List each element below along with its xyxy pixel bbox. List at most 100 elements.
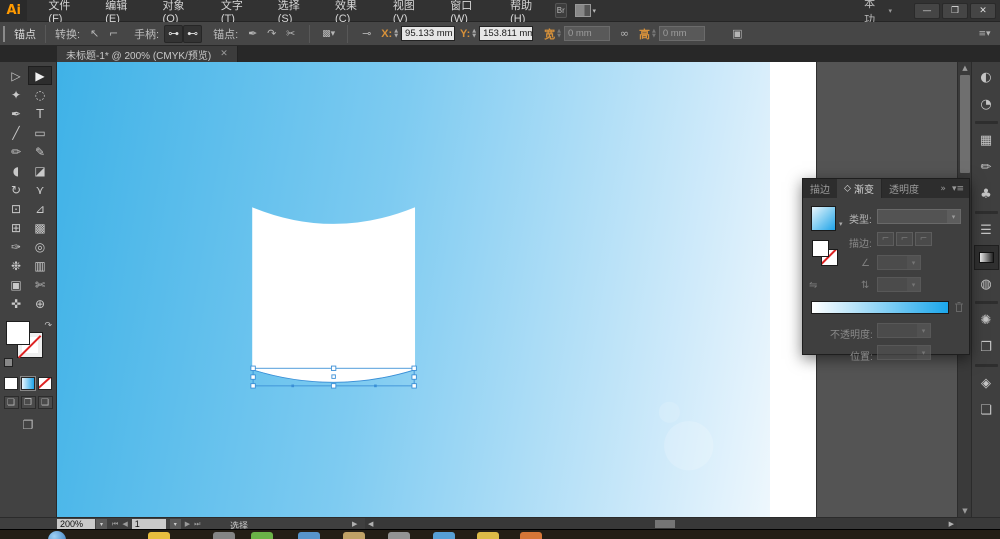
color-guide-panel-icon[interactable]: ◔ — [974, 92, 999, 117]
selection-handle[interactable] — [412, 366, 416, 370]
white-flag-shape[interactable] — [252, 207, 415, 382]
taskbar-app-2[interactable] — [213, 532, 235, 539]
rectangle-tool[interactable]: ▭ — [28, 123, 52, 142]
symbols-panel-icon[interactable]: ♣ — [974, 182, 999, 207]
appearance-panel-icon[interactable]: ✺ — [974, 308, 999, 333]
tab-close-icon[interactable]: ✕ — [220, 49, 228, 59]
convert-to-smooth-icon[interactable]: ⌐ — [104, 25, 123, 43]
mesh-tool[interactable]: ⊞ — [4, 218, 28, 237]
remove-anchor-icon[interactable]: ✒ — [243, 25, 262, 43]
first-artboard-icon[interactable]: ⏮ — [112, 520, 118, 529]
zoom-tool[interactable]: ⊕ — [28, 294, 52, 313]
gradient-tool[interactable]: ▩ — [28, 218, 52, 237]
zoom-level-field[interactable]: 200% — [57, 519, 95, 529]
layers-panel-icon[interactable]: ◈ — [974, 371, 999, 396]
selection-handle[interactable] — [331, 366, 335, 370]
prev-artboard-icon[interactable]: ◀ — [122, 520, 127, 528]
hand-tool[interactable]: ✜ — [4, 294, 28, 313]
gradient-button[interactable] — [21, 377, 35, 390]
gradient-fill-swatch[interactable] — [812, 240, 829, 257]
anchor-point[interactable] — [291, 385, 294, 388]
selection-handle[interactable] — [412, 384, 416, 388]
bridge-icon[interactable]: Br — [555, 3, 567, 18]
drawing-mode-icon-1[interactable]: ❐ — [21, 396, 36, 409]
bubble-shape[interactable] — [664, 421, 713, 470]
gradient-panel-tab-2[interactable]: 透明度 — [882, 179, 926, 198]
blob-brush-tool[interactable]: ◖ — [4, 161, 28, 180]
none-button[interactable] — [38, 377, 52, 390]
blend-tool[interactable]: ◎ — [28, 237, 52, 256]
swap-fill-stroke-icon[interactable]: ↷ — [44, 321, 52, 331]
start-button[interactable] — [48, 531, 66, 539]
gradient-slider[interactable] — [811, 301, 949, 314]
cut-path-icon[interactable]: ✂ — [281, 25, 300, 43]
menu-item-4[interactable]: 选择(S) — [265, 0, 322, 22]
menu-item-3[interactable]: 文字(T) — [208, 0, 265, 22]
artboard-number-field[interactable]: 1 — [132, 519, 166, 529]
menu-item-6[interactable]: 视图(V) — [380, 0, 437, 22]
fill-swatch[interactable] — [6, 321, 30, 345]
eyedropper-tool[interactable]: ✑ — [4, 237, 28, 256]
color-button[interactable] — [4, 377, 18, 390]
default-fill-stroke-icon[interactable] — [4, 358, 13, 367]
pen-tool[interactable]: ✒ — [4, 104, 28, 123]
taskbar-app-6[interactable] — [388, 532, 410, 539]
align-dropdown-icon[interactable]: ▩▾ — [319, 25, 338, 43]
artboard-dropdown-icon[interactable]: ▾ — [170, 519, 181, 529]
rotate-tool[interactable]: ↻ — [4, 180, 28, 199]
next-artboard-icon[interactable]: ▶ — [185, 520, 190, 528]
collapse-panel-icon[interactable]: » — [940, 184, 946, 194]
minimize-button[interactable]: — — [914, 3, 940, 19]
horizontal-scrollbar[interactable]: ◀ ▶ — [365, 517, 957, 529]
width-tool[interactable]: ⋎ — [28, 180, 52, 199]
taskbar-app-4[interactable] — [298, 532, 320, 539]
selection-handle[interactable] — [331, 384, 335, 388]
gradient-preset-arrow-icon[interactable]: ▾ — [839, 220, 843, 228]
graphic-styles-panel-icon[interactable]: ❐ — [974, 335, 999, 360]
artboard-tool[interactable]: ▣ — [4, 275, 28, 294]
zoom-dropdown-icon[interactable]: ▾ — [96, 519, 107, 529]
menu-item-2[interactable]: 对象(O) — [150, 0, 208, 22]
drawing-mode-icon-0[interactable]: ❏ — [4, 396, 19, 409]
taskbar-app-7[interactable] — [433, 532, 455, 539]
document-tab[interactable]: 未标题-1* @ 200% (CMYK/预览) ✕ — [57, 46, 238, 62]
menu-item-0[interactable]: 文件(F) — [35, 0, 92, 22]
stroke-panel-icon[interactable]: ☰ — [974, 218, 999, 243]
gradient-type-select[interactable]: ▾ — [877, 209, 961, 224]
transparency-panel-icon[interactable]: ◍ — [974, 272, 999, 297]
line-segment-tool[interactable]: ╱ — [4, 123, 28, 142]
swatches-panel-icon[interactable]: ▦ — [974, 128, 999, 153]
x-stepper[interactable]: ▲▼ — [394, 29, 398, 39]
color-panel-icon[interactable]: ◐ — [974, 65, 999, 90]
show-handles-icon[interactable]: ⊶ — [164, 25, 183, 43]
selection-handle[interactable] — [251, 384, 255, 388]
lasso-tool[interactable]: ◌ — [28, 85, 52, 104]
gradient-panel-tab-0[interactable]: 描边 — [803, 179, 837, 198]
selection-handle[interactable] — [412, 375, 416, 379]
taskbar-app-5[interactable] — [343, 532, 365, 539]
status-flyout-icon[interactable]: ▶ — [352, 520, 357, 528]
restore-button[interactable]: ❐ — [942, 3, 968, 19]
eraser-tool[interactable]: ◪ — [28, 161, 52, 180]
paintbrush-tool[interactable]: ✏ — [4, 142, 28, 161]
taskbar-app-3[interactable] — [251, 532, 273, 539]
drawing-mode-icon-2[interactable]: ❑ — [38, 396, 53, 409]
type-tool[interactable]: T — [28, 104, 52, 123]
symbol-sprayer-tool[interactable]: ❉ — [4, 256, 28, 275]
menu-item-5[interactable]: 效果(C) — [322, 0, 380, 22]
selection-handle[interactable] — [251, 366, 255, 370]
close-button[interactable]: ✕ — [970, 3, 996, 19]
convert-to-corner-icon[interactable]: ↖ — [85, 25, 104, 43]
slider-icon[interactable]: ⊸ — [357, 25, 376, 43]
horizontal-scroll-handle[interactable] — [655, 520, 675, 528]
isolate-selected-icon[interactable]: ▣ — [728, 25, 747, 43]
selection-tool[interactable]: ▶ — [28, 66, 52, 85]
arrange-documents-icon[interactable]: ▾ — [575, 4, 597, 17]
y-stepper[interactable]: ▲▼ — [472, 29, 476, 39]
scroll-down-icon[interactable]: ▼ — [958, 505, 972, 517]
panel-grip[interactable] — [3, 26, 6, 42]
anchor-point[interactable] — [374, 385, 377, 388]
gradient-thumbnail[interactable] — [811, 206, 836, 231]
brushes-panel-icon[interactable]: ✏ — [974, 155, 999, 180]
connect-path-icon[interactable]: ↷ — [262, 25, 281, 43]
